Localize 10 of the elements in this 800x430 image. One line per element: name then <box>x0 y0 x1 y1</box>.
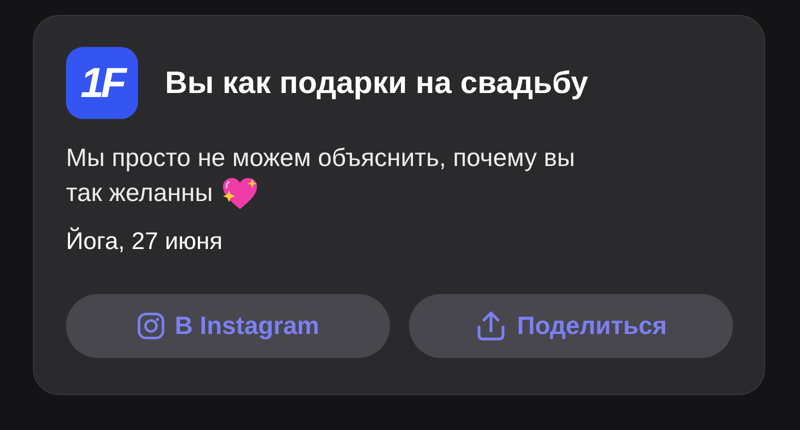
message-line: так желанны <box>66 178 213 209</box>
sparkling-heart-icon <box>220 176 259 210</box>
notification-meta: Йога, 27 июня <box>66 228 224 256</box>
instagram-icon <box>136 312 165 340</box>
share-icon <box>474 310 507 342</box>
notification-title: Вы как подарки на свадьбу <box>165 65 588 101</box>
instagram-button[interactable]: В Instagram <box>66 294 390 358</box>
share-button[interactable]: Поделиться <box>409 294 733 358</box>
app-logo: 1F <box>66 47 138 119</box>
message-line: Мы просто не можем объяснить, почему вы <box>66 143 576 174</box>
